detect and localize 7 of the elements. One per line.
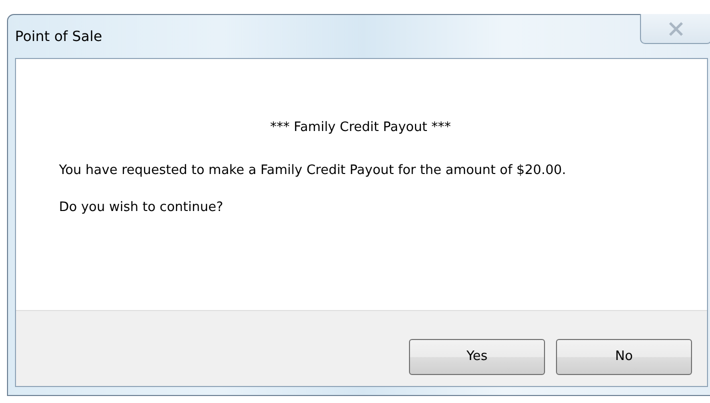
close-icon: [668, 22, 684, 36]
message-text: Do you wish to continue?: [58, 199, 224, 217]
message-text: You have requested to make a Family Credit Payout for the amount of $20.00.: [58, 162, 568, 180]
message-heading: *** Family Credit Payout ***: [269, 120, 452, 135]
dialog-button[interactable]: No: [556, 338, 692, 374]
window-title: Point of Sale: [15, 28, 102, 44]
dialog-button[interactable]: Yes: [409, 338, 545, 374]
